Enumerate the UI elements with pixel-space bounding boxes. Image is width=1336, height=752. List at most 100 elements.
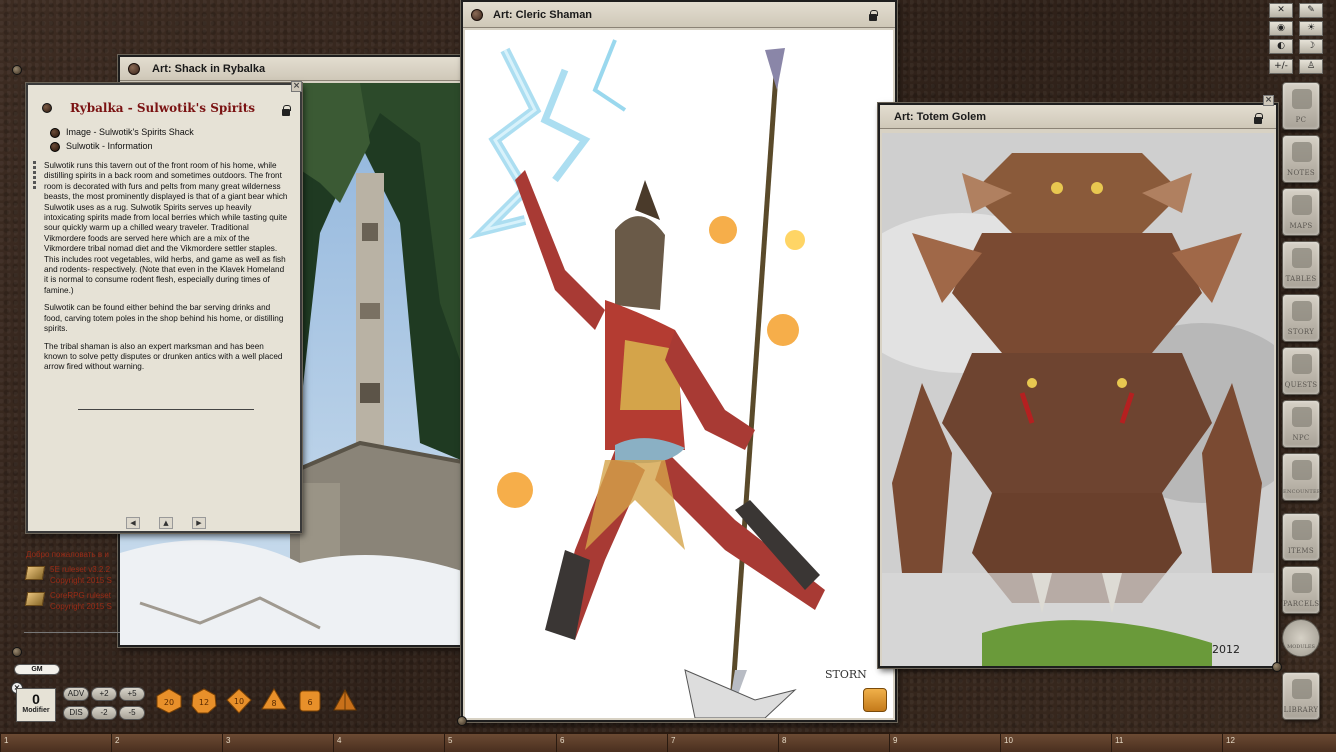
svg-text:10: 10 [234, 697, 244, 706]
mod-dis-button[interactable]: DIS [63, 706, 89, 720]
window-title: Art: Shack in Rybalka [120, 57, 468, 81]
chat-entry-line: Copyright 2015 S [50, 602, 112, 611]
toolbar-button[interactable]: ✕ [1269, 3, 1293, 18]
resize-handle[interactable] [457, 716, 467, 726]
lock-icon[interactable] [282, 105, 291, 116]
story-paragraph: Sulwotik can be found either behind the … [44, 303, 284, 334]
hotkey-slot[interactable]: 9 [889, 734, 897, 752]
hotkey-slot[interactable]: 5 [444, 734, 452, 752]
chat-corner-handle[interactable] [12, 65, 22, 75]
hotkey-slot[interactable]: 6 [556, 734, 564, 752]
hotkey-slot[interactable]: 10 [1000, 734, 1013, 752]
sidebar-item-items[interactable]: ITEMS [1282, 513, 1320, 561]
d8-die[interactable]: 8 [261, 688, 287, 714]
d20-die[interactable]: 20 [156, 688, 182, 714]
hotkey-slot[interactable]: 1 [0, 734, 8, 752]
chat-corner-handle[interactable] [12, 647, 22, 657]
chat-welcome: Добро пожаловать в и [26, 550, 109, 559]
d4-die[interactable] [332, 688, 358, 714]
scrollbar[interactable] [32, 161, 38, 421]
sidebar-item-library[interactable]: LIBRARY [1282, 672, 1320, 720]
divider [78, 409, 254, 410]
hotkey-bar[interactable]: 1 2 3 4 5 6 7 8 9 10 11 12 [0, 732, 1336, 752]
quest-icon [1292, 354, 1312, 374]
link-icon[interactable] [50, 142, 60, 152]
toolbar-button[interactable]: ♙ [1299, 59, 1323, 74]
close-icon[interactable]: × [1263, 95, 1274, 106]
sidebar-item-pc[interactable]: PC [1282, 82, 1320, 130]
story-paragraph: The tribal shaman is also an expert mark… [44, 341, 283, 372]
parcels-icon [1292, 573, 1312, 593]
share-icon[interactable] [863, 688, 887, 712]
mod-minus2-button[interactable]: -2 [91, 706, 117, 720]
sidebar-item-npc[interactable]: NPC [1282, 400, 1320, 448]
window-menu-icon[interactable] [128, 63, 140, 75]
lock-icon[interactable] [1254, 113, 1263, 124]
d10-die[interactable]: 10 [226, 688, 252, 714]
story-paragraph: Sulwotik runs this tavern out of the fro… [44, 161, 288, 295]
mod-minus5-button[interactable]: -5 [119, 706, 145, 720]
toolbar-button[interactable]: ✎ [1299, 3, 1323, 18]
totem-golem-image: 2012 [882, 133, 1274, 666]
hotkey-slot[interactable]: 11 [1111, 734, 1123, 752]
mod-plus2-button[interactable]: +2 [91, 687, 117, 701]
sidebar-item-notes[interactable]: NOTES [1282, 135, 1320, 183]
svg-text:6: 6 [307, 698, 312, 707]
sidebar-item-encounter[interactable]: ENCOUNTER [1282, 453, 1321, 501]
cleric-shaman-image: STORN [465, 30, 893, 718]
modifier-box[interactable]: 0 Modifier [16, 688, 56, 722]
sidebar-item-parcels[interactable]: PARCELS [1282, 566, 1320, 614]
mod-adv-button[interactable]: ADV [63, 687, 89, 701]
sidebar-item-modules[interactable]: MODULES [1282, 619, 1320, 657]
encounter-icon [1292, 460, 1312, 480]
next-page-button[interactable]: ▶ [192, 517, 206, 529]
toolbar-button[interactable]: ☽ [1299, 39, 1323, 54]
hotkey-slot[interactable]: 2 [111, 734, 119, 752]
close-icon[interactable]: × [291, 81, 302, 92]
hotkey-slot[interactable]: 7 [667, 734, 675, 752]
story-link-icon[interactable] [42, 103, 52, 113]
hotkey-slot[interactable]: 8 [778, 734, 786, 752]
map-icon [1292, 195, 1312, 215]
story-icon [1292, 301, 1312, 321]
sidebar-item-story[interactable]: STORY [1282, 294, 1320, 342]
prev-page-button[interactable]: ◀ [126, 517, 140, 529]
chat-entry-field[interactable] [24, 632, 120, 650]
mod-plus5-button[interactable]: +5 [119, 687, 145, 701]
golem-art-window[interactable]: Art: Totem Golem × 2012 [878, 95, 1282, 672]
chat-entry-line: 5E ruleset v3.2.2 [50, 565, 111, 574]
ruleset-icon [24, 566, 46, 580]
identity-gm-badge[interactable]: GM [14, 664, 60, 675]
d12-die[interactable]: 12 [191, 688, 217, 714]
character-icon [1292, 89, 1312, 109]
artist-signature: 2012 [1212, 643, 1240, 656]
modules-label: MODULES [1287, 644, 1315, 650]
chat-entry-line: Copyright 2015 S [50, 576, 112, 585]
modifier-value: 0 [32, 691, 40, 707]
story-link-npc[interactable]: Sulwotik - Information [50, 141, 153, 152]
story-link-image[interactable]: Image - Sulwotik's Spirits Shack [50, 127, 194, 138]
hotkey-slot[interactable]: 4 [333, 734, 341, 752]
toolbar-button[interactable]: ◉ [1269, 21, 1293, 36]
story-text[interactable]: Sulwotik runs this tavern out of the fro… [44, 161, 288, 380]
window-menu-icon[interactable] [471, 9, 483, 21]
svg-text:20: 20 [164, 698, 174, 707]
cleric-art-window[interactable]: Art: Cleric Shaman STORN [457, 0, 897, 726]
sidebar-item-tables[interactable]: TABLES [1282, 241, 1320, 289]
up-button[interactable]: ▲ [159, 517, 173, 529]
hotkey-slot[interactable]: 12 [1222, 734, 1235, 752]
resize-handle[interactable] [1272, 662, 1282, 672]
story-window[interactable]: Rybalka - Sulwotik's Spirits × Image - S… [26, 81, 302, 533]
toolbar-button[interactable]: +/- [1269, 59, 1293, 74]
d6-die[interactable]: 6 [297, 688, 323, 714]
sidebar-item-maps[interactable]: MAPS [1282, 188, 1320, 236]
sidebar-item-quests[interactable]: QUESTS [1282, 347, 1320, 395]
ruleset-icon [24, 592, 46, 606]
lock-icon[interactable] [869, 10, 878, 21]
toolbar-button[interactable]: ☀ [1299, 21, 1323, 36]
hotkey-slot[interactable]: 3 [222, 734, 230, 752]
toolbar-button[interactable]: ◐ [1269, 39, 1293, 54]
link-icon[interactable] [50, 128, 60, 138]
story-header: Rybalka - Sulwotik's Spirits [38, 97, 291, 117]
modifier-label: Modifier [22, 707, 50, 714]
